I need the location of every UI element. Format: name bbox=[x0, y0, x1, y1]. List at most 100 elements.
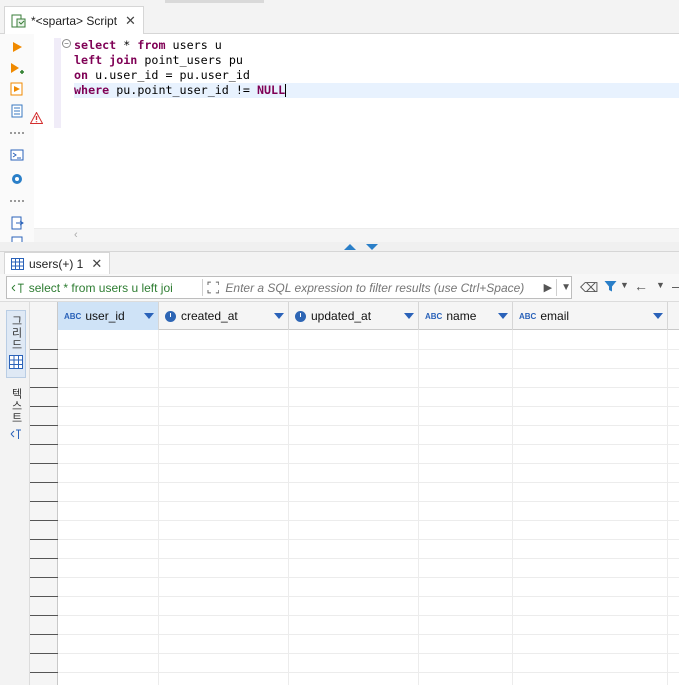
row-number-divider bbox=[30, 501, 58, 502]
row-number-divider bbox=[30, 406, 58, 407]
sql-text: u.user_id = pu.user_id bbox=[88, 68, 250, 82]
editor-horizontal-scrollbar[interactable]: ‹ bbox=[34, 228, 679, 242]
filter-input[interactable] bbox=[225, 280, 538, 295]
sql-keyword: where bbox=[74, 83, 110, 97]
filter-icon[interactable] bbox=[604, 280, 617, 293]
toolbar-separator bbox=[10, 132, 24, 134]
panel-splitter[interactable] bbox=[0, 242, 679, 252]
column-menu-icon[interactable] bbox=[274, 313, 284, 319]
tab-results[interactable]: users(+) 1 ✕ bbox=[4, 252, 110, 274]
divider bbox=[201, 279, 203, 296]
document-list-icon bbox=[11, 104, 23, 118]
column-header-label: name bbox=[446, 309, 477, 323]
play-icon bbox=[13, 42, 22, 52]
text-type-icon: ABC bbox=[64, 311, 82, 321]
row-number-column bbox=[30, 330, 58, 685]
sql-text: users u bbox=[165, 38, 222, 52]
column-menu-icon[interactable] bbox=[653, 313, 663, 319]
text-caret bbox=[285, 84, 287, 97]
active-query-text[interactable]: select * from users u left joi bbox=[25, 281, 198, 295]
row-number-divider bbox=[30, 349, 58, 350]
scroll-left-icon[interactable]: ‹ bbox=[74, 229, 78, 241]
close-icon[interactable]: ✕ bbox=[91, 256, 102, 272]
text-view-label: 텍스트 bbox=[10, 388, 22, 424]
datetime-type-icon bbox=[295, 310, 306, 322]
history-dropdown-icon[interactable]: ▼ bbox=[656, 280, 665, 290]
column-header-created-at[interactable]: created_at bbox=[159, 302, 289, 330]
column-menu-icon[interactable] bbox=[404, 313, 414, 319]
apply-filter-icon[interactable]: ▶ bbox=[544, 281, 552, 294]
filter-box: select * from users u left joi ▶ ▼ bbox=[6, 276, 572, 299]
statement-range-bar bbox=[54, 38, 61, 128]
column-header-updated-at[interactable]: updated_at bbox=[289, 302, 419, 330]
code-line[interactable]: select * from users u bbox=[74, 38, 679, 53]
column-header-user-id[interactable]: ABC user_id bbox=[58, 302, 159, 330]
script-run-icon bbox=[10, 82, 23, 96]
row-number-divider bbox=[30, 539, 58, 540]
column-menu-icon[interactable] bbox=[498, 313, 508, 319]
filter-history-icon[interactable]: ▼ bbox=[561, 282, 571, 293]
row-number-divider bbox=[30, 387, 58, 388]
sql-keyword: left join bbox=[74, 53, 138, 67]
row-number-divider bbox=[30, 577, 58, 578]
column-header-email[interactable]: ABC email bbox=[513, 302, 668, 330]
forward-arrow-icon[interactable]: — bbox=[672, 278, 679, 294]
sql-editor[interactable]: − select * from users u left join point_u… bbox=[30, 34, 679, 240]
grid-corner[interactable] bbox=[30, 302, 58, 330]
column-header-name[interactable]: ABC name bbox=[419, 302, 513, 330]
expand-filter-icon[interactable] bbox=[207, 281, 220, 294]
code-line[interactable]: left join point_users pu bbox=[74, 53, 679, 68]
datetime-type-icon bbox=[165, 310, 176, 322]
row-number-divider bbox=[30, 615, 58, 616]
explain-plan-button[interactable] bbox=[8, 102, 26, 120]
row-number-divider bbox=[30, 463, 58, 464]
grid-icon bbox=[9, 355, 23, 369]
annotation-gutter bbox=[30, 34, 54, 240]
execute-statement-button[interactable] bbox=[8, 38, 26, 56]
back-arrow-icon[interactable]: ← bbox=[634, 278, 648, 294]
sql-script-icon bbox=[11, 14, 26, 27]
grid-cells[interactable] bbox=[58, 330, 679, 685]
maximize-results-icon[interactable] bbox=[366, 244, 378, 250]
fold-collapse-icon[interactable]: − bbox=[62, 39, 71, 48]
settings-button[interactable] bbox=[8, 170, 26, 188]
maximize-editor-icon[interactable] bbox=[344, 244, 356, 250]
code-area[interactable]: select * from users u left join point_use… bbox=[74, 38, 679, 98]
sql-query-icon bbox=[11, 283, 24, 293]
editor-toolbar bbox=[0, 34, 34, 250]
grid-view-tab[interactable]: 그리드 bbox=[6, 310, 26, 378]
row-number-divider bbox=[30, 596, 58, 597]
column-header-label: email bbox=[540, 309, 570, 323]
execute-script-button[interactable] bbox=[8, 80, 26, 98]
terminal-icon bbox=[10, 149, 24, 161]
column-menu-icon[interactable] bbox=[144, 313, 154, 319]
filter-dropdown-icon[interactable]: ▼ bbox=[620, 280, 629, 290]
tab-script[interactable]: *<sparta> Script ✕ bbox=[4, 6, 144, 34]
warning-icon[interactable] bbox=[30, 112, 43, 124]
code-line[interactable]: on u.user_id = pu.user_id bbox=[74, 68, 679, 83]
console-button[interactable] bbox=[8, 146, 26, 164]
row-number-divider bbox=[30, 425, 58, 426]
row-number-divider bbox=[30, 520, 58, 521]
editor-tab-bar: *<sparta> Script ✕ bbox=[0, 0, 679, 34]
tab-script-label: *<sparta> Script bbox=[31, 13, 118, 28]
filter-bar: select * from users u left joi ▶ ▼ ⌫ ▼ ←… bbox=[0, 274, 679, 302]
code-line[interactable]: where pu.point_user_id != NULL bbox=[74, 83, 679, 98]
gear-icon bbox=[12, 174, 22, 184]
execute-new-tab-button[interactable] bbox=[8, 60, 26, 78]
column-header-label: created_at bbox=[181, 309, 238, 323]
close-icon[interactable]: ✕ bbox=[125, 13, 136, 29]
row-number-divider bbox=[30, 444, 58, 445]
export-button[interactable] bbox=[8, 214, 26, 232]
eraser-icon[interactable]: ⌫ bbox=[580, 280, 598, 296]
row-number-divider bbox=[30, 634, 58, 635]
row-number-divider bbox=[30, 653, 58, 654]
grid-view-label: 그리드 bbox=[10, 315, 22, 351]
column-header-label: updated_at bbox=[311, 309, 372, 323]
row-number-divider bbox=[30, 482, 58, 483]
text-view-tab[interactable]: 텍스트 bbox=[6, 386, 26, 446]
sql-keyword: NULL bbox=[256, 83, 286, 97]
result-grid[interactable]: ABC user_id created_at updated_at ABC name ABC… bbox=[30, 302, 679, 685]
row-number-divider bbox=[30, 368, 58, 369]
sql-text: point_users pu bbox=[137, 53, 243, 67]
